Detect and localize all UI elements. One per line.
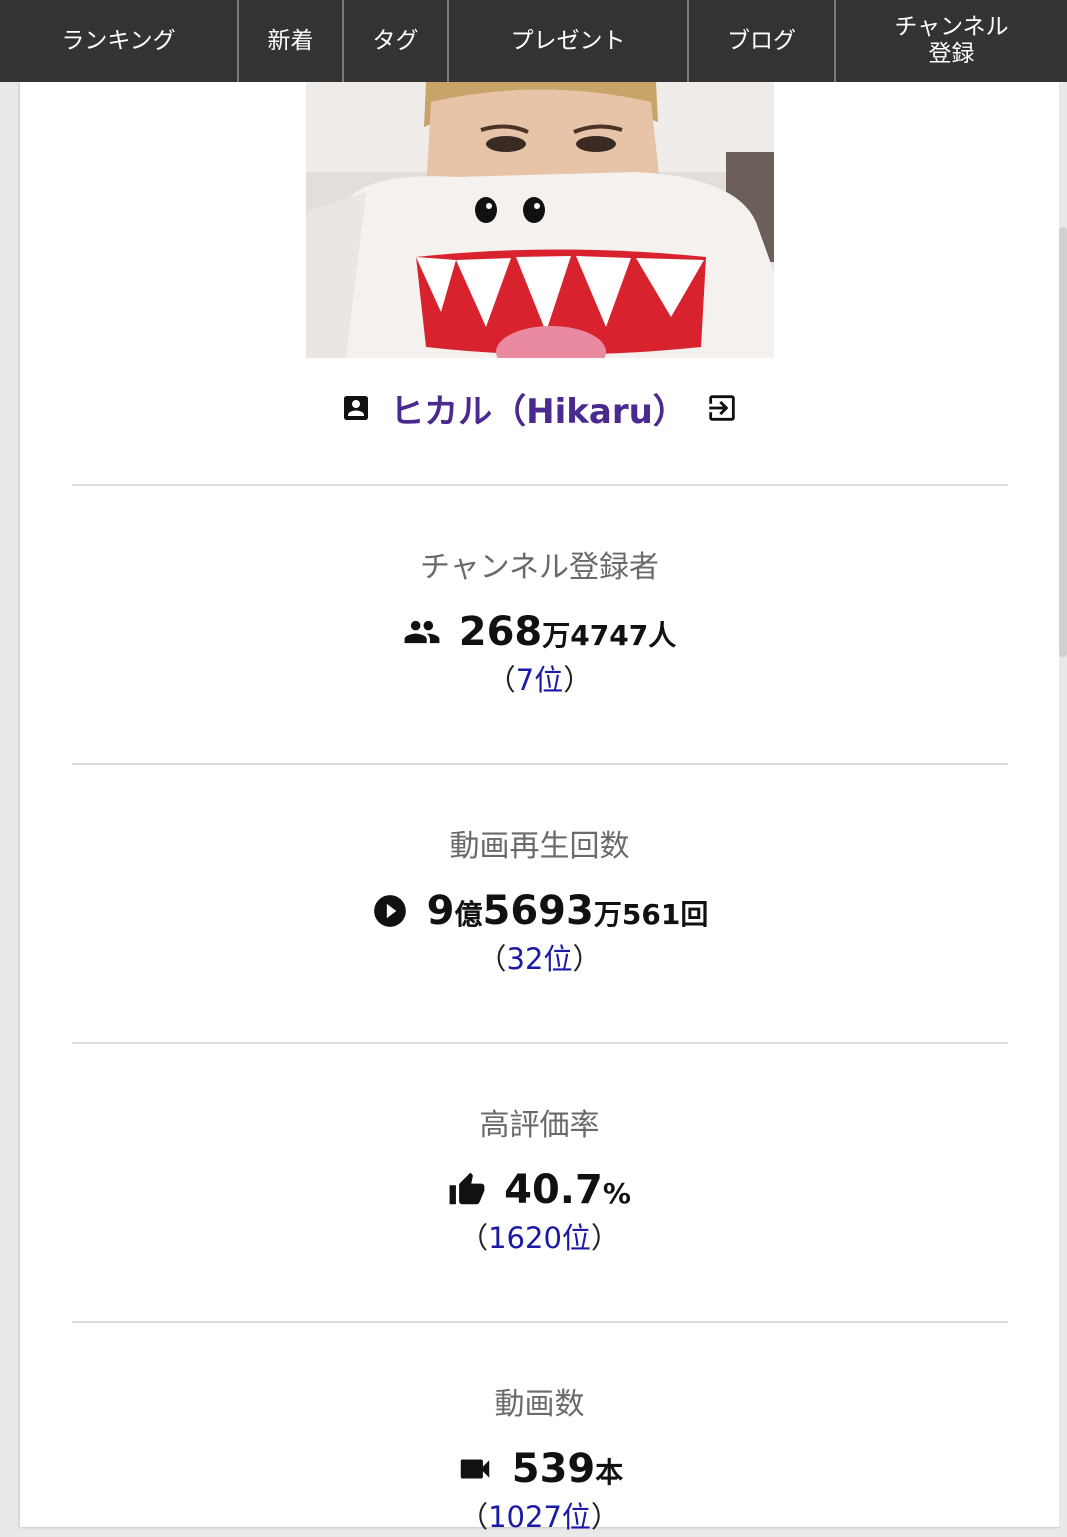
stat-rating-label: 高評価率 [479, 1108, 600, 1143]
stat-videos-value: 539本 [20, 1441, 1059, 1497]
stat-subscribers-label: チャンネル登録者 [419, 550, 660, 585]
channel-thumbnail [306, 82, 774, 358]
stat-videos-label: 動画数 [494, 1387, 585, 1422]
nav-present-label: プレゼント [510, 27, 626, 54]
divider [72, 763, 1008, 765]
scrollbar-thumb[interactable] [1059, 227, 1067, 657]
divider [72, 484, 1008, 486]
channel-name-row: ヒカル（Hikaru） [20, 382, 1059, 434]
nav-blog-label: ブログ [727, 27, 796, 54]
nav-subscribe-label: チャンネル 登録 [894, 14, 1009, 67]
nav-ranking-label: ランキング [61, 27, 176, 54]
stat-views-value: 9億5693万561回 [20, 883, 1059, 939]
view-count: 9億5693万561回 [426, 888, 709, 934]
rating-rank-link[interactable]: 1620位 [488, 1221, 591, 1255]
play-circle-icon [373, 895, 406, 927]
channel-card: ヒカル（Hikaru） チャンネル登録者 268万4747人 （7位） 動画再生… [20, 82, 1059, 1534]
stat-subscribers-rank: （7位） [486, 663, 593, 697]
people-icon [404, 620, 440, 644]
account-box-icon [344, 396, 369, 420]
nav-ranking[interactable]: ランキング [0, 0, 239, 82]
rating-value: 40.7% [504, 1167, 631, 1213]
exit-to-app-icon[interactable] [705, 391, 739, 425]
channel-name-link[interactable]: ヒカル（Hikaru） [390, 384, 687, 433]
video-count: 539本 [511, 1446, 624, 1492]
nav-present[interactable]: プレゼント [449, 0, 689, 82]
divider [72, 1321, 1008, 1323]
nav-blog[interactable]: ブログ [689, 0, 836, 82]
views-rank-link[interactable]: 32位 [507, 942, 573, 976]
nav-new-label: 新着 [267, 27, 314, 54]
thumb-up-icon [449, 1172, 485, 1205]
stat-subscribers-value: 268万4747人 [20, 604, 1059, 660]
stat-subscribers: チャンネル登録者 268万4747人 （7位） [20, 546, 1059, 700]
stat-views-rank: （32位） [477, 942, 602, 976]
nav-subscribe[interactable]: チャンネル 登録 [836, 0, 1067, 82]
nav-new[interactable]: 新着 [239, 0, 344, 82]
nav-tags-label: タグ [372, 27, 419, 54]
nav-tags[interactable]: タグ [344, 0, 449, 82]
stat-rating-rank: （1620位） [459, 1221, 620, 1255]
stat-views: 動画再生回数 9億5693万561回 （32位） [20, 825, 1059, 979]
subscriber-count: 268万4747人 [458, 609, 677, 655]
videos-rank-link[interactable]: 1027位 [488, 1500, 591, 1534]
stat-views-label: 動画再生回数 [449, 829, 630, 864]
stat-videos: 動画数 539本 （1027位） [20, 1383, 1059, 1537]
stat-videos-rank: （1027位） [459, 1500, 620, 1534]
top-nav: ランキング 新着 タグ プレゼント ブログ チャンネル 登録 [0, 0, 1067, 82]
stat-rating-value: 40.7% [20, 1162, 1059, 1218]
divider [72, 1042, 1008, 1044]
subscribers-rank-link[interactable]: 7位 [516, 663, 563, 697]
videocam-icon [460, 1459, 489, 1479]
scrollbar[interactable] [1059, 82, 1067, 1527]
stat-rating: 高評価率 40.7% （1620位） [20, 1104, 1059, 1258]
